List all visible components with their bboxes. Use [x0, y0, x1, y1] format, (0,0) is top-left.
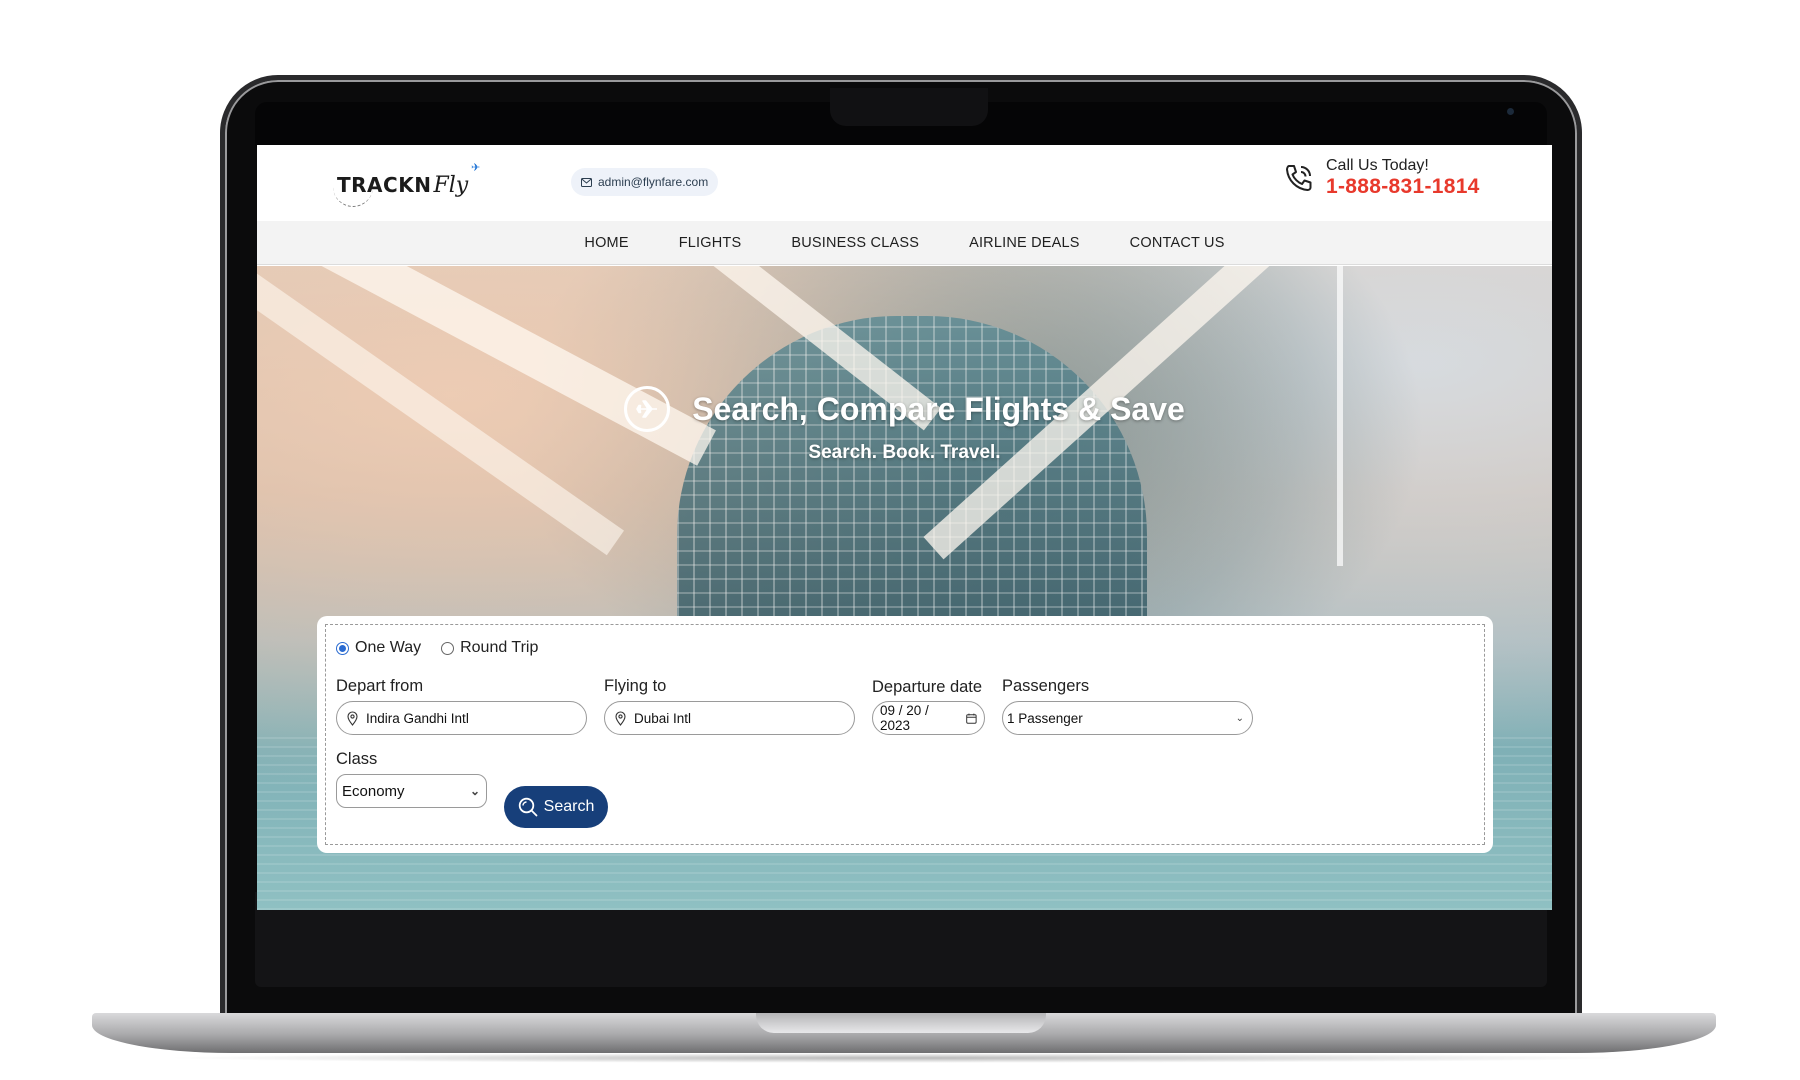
class-select[interactable]: Economy ⌄ — [336, 774, 487, 808]
building-facade — [677, 316, 1147, 636]
flying-to-value: Dubai Intl — [634, 710, 692, 726]
site-logo[interactable]: TRACKN Fly ✈ — [333, 162, 480, 207]
logo-arc — [333, 185, 373, 207]
departure-date-input[interactable]: 09 / 20 / 2023 — [872, 701, 985, 735]
website-screen: TRACKN Fly ✈ admin@flynfare.com Call Us … — [257, 145, 1552, 910]
radio-checked-icon — [336, 641, 349, 655]
radio-unchecked-icon — [441, 641, 455, 655]
nav-airline-deals[interactable]: AIRLINE DEALS — [969, 235, 1080, 251]
site-header: TRACKN Fly ✈ admin@flynfare.com Call Us … — [257, 145, 1552, 221]
trip-type-group: One Way Round Trip — [336, 639, 538, 657]
email-text: admin@flynfare.com — [598, 175, 709, 189]
phone-number[interactable]: 1-888-831-1814 — [1326, 175, 1480, 199]
nav-contact-us[interactable]: CONTACT US — [1130, 235, 1225, 251]
calendar-icon — [966, 713, 977, 724]
laptop-mockup: TRACKN Fly ✈ admin@flynfare.com Call Us … — [0, 0, 1800, 1080]
flying-to-label: Flying to — [604, 677, 667, 695]
phone-icon — [1286, 165, 1312, 191]
hero-heading: Search, Compare Flights & Save — [692, 390, 1185, 427]
search-icon — [518, 797, 538, 817]
hero-title-row: Search, Compare Flights & Save — [257, 386, 1552, 432]
location-pin-icon — [347, 710, 358, 726]
depart-label: Depart from — [336, 677, 424, 695]
depart-from-input[interactable]: Indira Gandhi Intl — [336, 701, 587, 735]
one-way-radio[interactable]: One Way — [336, 639, 421, 657]
hero-subtitle: Search. Book. Travel. — [808, 442, 1001, 463]
flying-to-input[interactable]: Dubai Intl — [604, 701, 855, 735]
search-button[interactable]: Search — [504, 786, 608, 828]
departure-date-value: 09 / 20 / 2023 — [880, 703, 929, 733]
round-trip-radio[interactable]: Round Trip — [441, 639, 538, 657]
email-link[interactable]: admin@flynfare.com — [571, 168, 719, 196]
camera-notch — [830, 88, 1514, 126]
logo-plane-icon: ✈ — [470, 162, 481, 174]
nav-flights[interactable]: FLIGHTS — [679, 235, 742, 251]
passengers-select[interactable]: 1 Passenger ⌄ — [1002, 701, 1253, 735]
one-way-label: One Way — [355, 639, 422, 656]
class-label: Class — [336, 750, 378, 768]
plane-icon — [624, 386, 671, 432]
chevron-down-icon: ⌄ — [1235, 712, 1244, 724]
camera-icon — [1507, 108, 1514, 115]
flight-search-card: One Way Round Trip Depart from Indira Ga… — [317, 616, 1493, 853]
passengers-label: Passengers — [1002, 677, 1090, 695]
class-value: Economy — [342, 782, 405, 800]
hero-banner: Search, Compare Flights & Save Search. B… — [257, 266, 1552, 910]
depart-value: Indira Gandhi Intl — [366, 710, 469, 726]
location-pin-icon — [615, 710, 626, 726]
passengers-value: 1 Passenger — [1007, 710, 1083, 726]
call-label: Call Us Today! — [1326, 157, 1429, 174]
nav-business-class[interactable]: BUSINESS CLASS — [791, 235, 919, 251]
laptop-shadow — [160, 1053, 1640, 1063]
flight-search-form: One Way Round Trip Depart from Indira Ga… — [325, 624, 1485, 845]
round-trip-label: Round Trip — [460, 639, 539, 656]
main-nav: HOME FLIGHTS BUSINESS CLASS AIRLINE DEAL… — [257, 221, 1552, 265]
laptop-base-notch — [756, 1013, 1046, 1033]
logo-script: Fly — [433, 172, 469, 198]
nav-home[interactable]: HOME — [584, 235, 628, 251]
departure-date-label: Departure date — [872, 678, 983, 696]
call-block[interactable]: Call Us Today! 1-888-831-1814 — [1282, 157, 1480, 199]
mail-icon — [581, 177, 592, 187]
search-button-label: Search — [543, 798, 595, 815]
chevron-down-icon: ⌄ — [469, 784, 480, 798]
